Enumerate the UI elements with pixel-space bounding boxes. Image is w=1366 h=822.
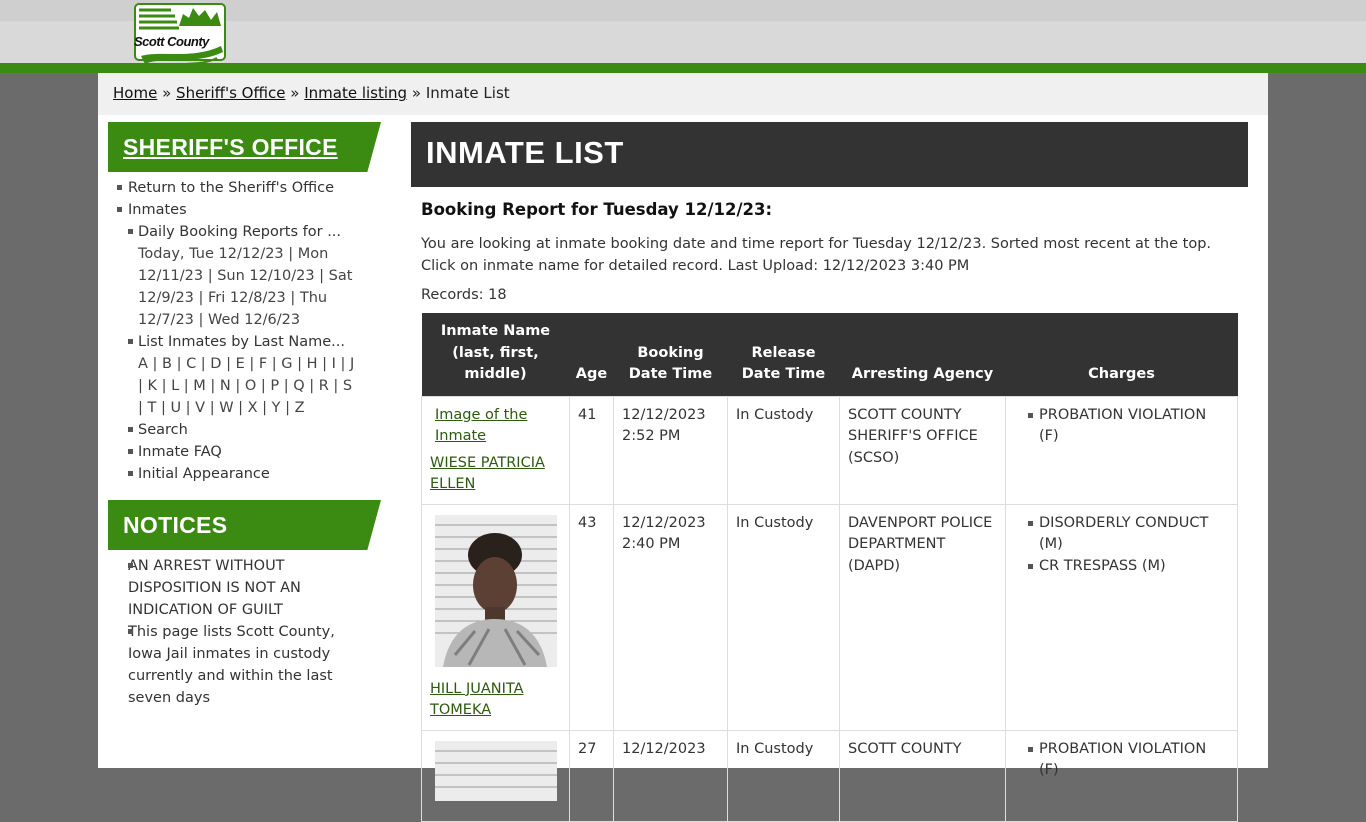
sidebar-item-last-name[interactable]: List Inmates by Last Name... A | B | C |… xyxy=(128,331,381,419)
booking-time: 2:40 PM xyxy=(622,536,681,552)
notices-list: AN ARREST WITHOUT DISPOSITION IS NOT AN … xyxy=(108,555,381,709)
booking-time: 2:52 PM xyxy=(622,428,681,444)
inmate-name-cell: Image of the Inmate WIESE PATRICIA ELLEN xyxy=(421,395,570,505)
column-header-release: Release Date Time xyxy=(727,313,840,396)
charges-cell: PROBATION VIOLATION (F) xyxy=(1005,729,1238,822)
age-cell: 43 xyxy=(569,503,614,731)
charge-item: PROBATION VIOLATION (F) xyxy=(1014,739,1229,782)
age-cell: 41 xyxy=(569,395,614,505)
release-cell: In Custody xyxy=(727,395,840,505)
inmate-name-cell xyxy=(421,729,570,822)
inmate-name-cell: HILL JUANITA TOMEKA xyxy=(421,503,570,731)
daily-dates-line[interactable]: 12/11/23 | Sun 12/10/23 | Sat xyxy=(138,265,381,287)
breadcrumb-inmate-listing-link[interactable]: Inmate listing xyxy=(304,84,407,102)
sidebar: SHERIFF'S OFFICE Return to the Sheriff's… xyxy=(108,122,381,709)
sidebar-item-search[interactable]: Search xyxy=(128,419,381,441)
daily-dates-line[interactable]: 12/7/23 | Wed 12/6/23 xyxy=(138,309,381,331)
table-row: HILL JUANITA TOMEKA 43 12/12/2023 2:40 P… xyxy=(421,503,1238,731)
release-cell: In Custody xyxy=(727,503,840,731)
sidebar-item-return[interactable]: Return to the Sheriff's Office xyxy=(108,177,381,199)
sidebar-item-label: Daily Booking Reports for ... xyxy=(138,224,342,240)
mugshot-image-icon xyxy=(435,514,557,667)
page-container: Home » Sheriff's Office » Inmate listing… xyxy=(98,73,1268,822)
column-header-name: Inmate Name (last, first, middle) xyxy=(421,313,570,396)
sidebar-item-label: Initial Appearance xyxy=(138,466,270,482)
breadcrumb: Home » Sheriff's Office » Inmate listing… xyxy=(113,84,510,102)
breadcrumb-current: Inmate List xyxy=(425,84,510,102)
notice-item: This page lists Scott County, Iowa Jail … xyxy=(108,621,381,709)
notices-heading: NOTICES xyxy=(108,500,381,550)
sidebar-item-label: List Inmates by Last Name... xyxy=(138,334,346,350)
report-description: You are looking at inmate booking date a… xyxy=(421,233,1238,277)
page-title: INMATE LIST xyxy=(411,122,1248,187)
booking-date: 12/12/2023 xyxy=(622,514,706,531)
daily-dates-line[interactable]: 12/9/23 | Fri 12/8/23 | Thu xyxy=(138,287,381,309)
sidebar-item-inmates[interactable]: Inmates Daily Booking Reports for ... To… xyxy=(108,199,381,485)
sidebar-item-label: Search xyxy=(138,422,188,438)
sidebar-item-label: Return to the Sheriff's Office xyxy=(128,180,335,196)
breadcrumb-home-link[interactable]: Home xyxy=(113,84,157,102)
notices-heading-label: NOTICES xyxy=(123,512,228,538)
column-header-charges: Charges xyxy=(1005,313,1238,396)
table-header-row: Inmate Name (last, first, middle) Age Bo… xyxy=(421,313,1238,396)
breadcrumb-separator: » xyxy=(411,84,422,102)
scott-county-logo[interactable]: Scott County xyxy=(131,0,231,76)
charge-item: DISORDERLY CONDUCT (M) xyxy=(1014,513,1229,556)
daily-dates-line[interactable]: Today, Tue 12/12/23 | Mon xyxy=(138,243,381,265)
agency-cell: SCOTT COUNTY SHERIFF'S OFFICE (SCSO) xyxy=(839,395,1006,505)
inmate-name-link[interactable]: WIESE PATRICIA ELLEN xyxy=(430,455,545,493)
report-title: Booking Report for Tuesday 12/12/23: xyxy=(421,200,773,219)
charge-item: PROBATION VIOLATION (F) xyxy=(1014,405,1229,448)
inmate-image-link[interactable]: Image of the Inmate xyxy=(430,405,561,448)
charges-cell: DISORDERLY CONDUCT (M) CR TRESPASS (M) xyxy=(1005,503,1238,731)
description-line: You are looking at inmate booking date a… xyxy=(421,236,1212,252)
breadcrumb-bar: Home » Sheriff's Office » Inmate listing… xyxy=(98,73,1268,115)
sheriffs-office-heading-link[interactable]: SHERIFF'S OFFICE xyxy=(123,134,338,160)
sidebar-menu: Return to the Sheriff's Office Inmates D… xyxy=(108,177,381,485)
charges-cell: PROBATION VIOLATION (F) xyxy=(1005,395,1238,505)
booking-date: 12/12/2023 xyxy=(622,740,706,757)
description-line: Click on inmate name for detailed record… xyxy=(421,258,970,274)
inmate-photo[interactable] xyxy=(435,514,557,667)
table-row: 27 12/12/2023 In Custody SCOTT COUNTY PR… xyxy=(421,729,1238,822)
alphabet-links-line[interactable]: A | B | C | D | E | F | G | H | I | J xyxy=(138,353,381,375)
sidebar-item-initial-appearance[interactable]: Initial Appearance xyxy=(128,463,381,485)
sidebar-item-label: Inmates xyxy=(128,202,187,218)
notice-item: AN ARREST WITHOUT DISPOSITION IS NOT AN … xyxy=(108,555,381,621)
breadcrumb-separator: » xyxy=(290,84,300,102)
booking-cell: 12/12/2023 2:40 PM xyxy=(613,503,728,731)
sidebar-item-label: Inmate FAQ xyxy=(138,444,222,460)
column-header-agency: Arresting Agency xyxy=(839,313,1006,396)
release-cell: In Custody xyxy=(727,729,840,822)
records-count: Records: 18 xyxy=(421,287,507,303)
mugshot-image-icon xyxy=(435,740,557,801)
sidebar-submenu: Daily Booking Reports for ... Today, Tue… xyxy=(128,221,381,485)
main-content: INMATE LIST Booking Report for Tuesday 1… xyxy=(411,122,1248,822)
alphabet-links-line[interactable]: | T | U | V | W | X | Y | Z xyxy=(138,397,381,419)
booking-cell: 12/12/2023 2:52 PM xyxy=(613,395,728,505)
alphabet-links-line[interactable]: | K | L | M | N | O | P | Q | R | S xyxy=(138,375,381,397)
agency-cell: SCOTT COUNTY xyxy=(839,729,1006,822)
column-header-age: Age xyxy=(569,313,614,396)
sidebar-item-faq[interactable]: Inmate FAQ xyxy=(128,441,381,463)
logo-text: Scott County xyxy=(134,34,209,49)
sidebar-item-daily-booking-reports[interactable]: Daily Booking Reports for ... Today, Tue… xyxy=(128,221,381,331)
charge-item: CR TRESPASS (M) xyxy=(1014,556,1229,578)
column-header-booking: Booking Date Time xyxy=(613,313,728,396)
table-row: Image of the Inmate WIESE PATRICIA ELLEN… xyxy=(421,395,1238,505)
age-cell: 27 xyxy=(569,729,614,822)
agency-cell: DAVENPORT POLICE DEPARTMENT (DAPD) xyxy=(839,503,1006,731)
inmate-table: Inmate Name (last, first, middle) Age Bo… xyxy=(421,313,1238,822)
breadcrumb-separator: » xyxy=(162,84,172,102)
inmate-photo[interactable] xyxy=(435,740,557,801)
booking-cell: 12/12/2023 xyxy=(613,729,728,822)
inmate-name-link[interactable]: HILL JUANITA TOMEKA xyxy=(430,681,524,719)
breadcrumb-sheriffs-office-link[interactable]: Sheriff's Office xyxy=(176,84,285,102)
booking-date: 12/12/2023 xyxy=(622,406,706,423)
sidebar-heading: SHERIFF'S OFFICE xyxy=(108,122,381,172)
